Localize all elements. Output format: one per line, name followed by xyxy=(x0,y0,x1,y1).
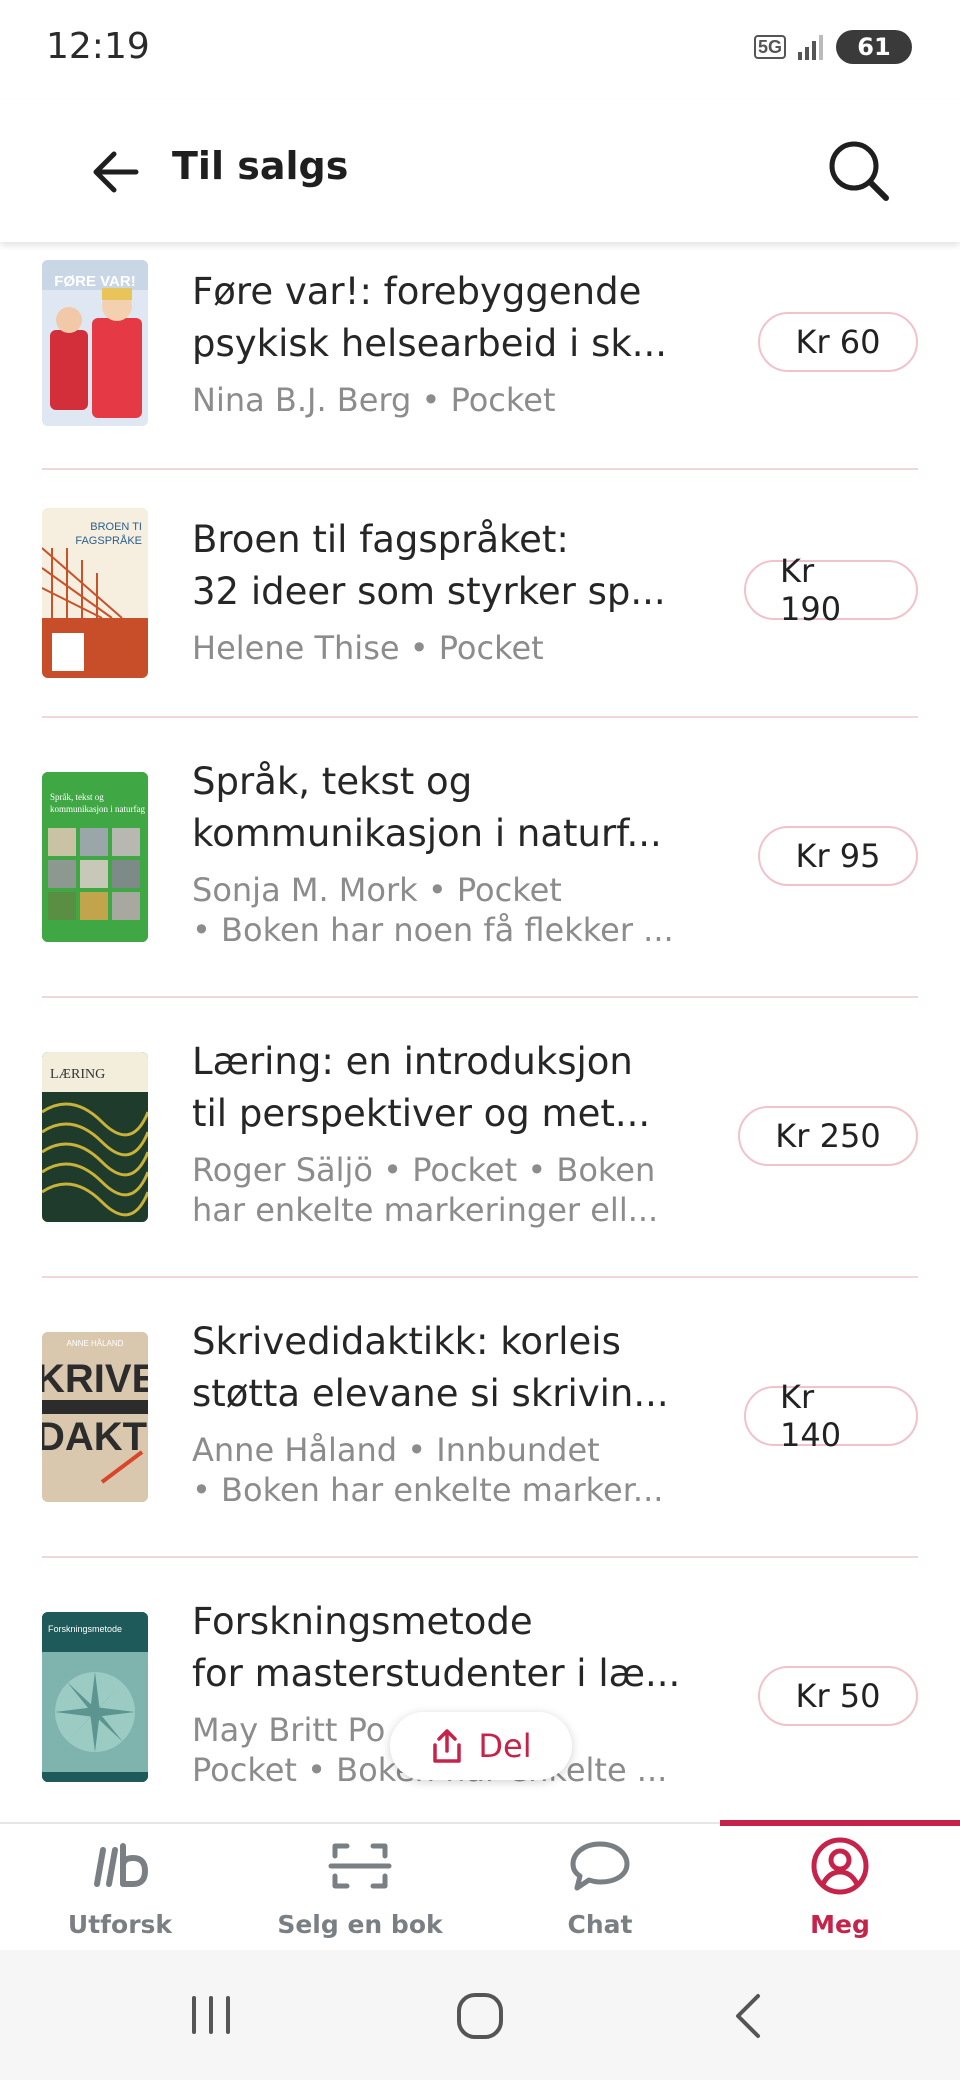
share-button[interactable]: Del xyxy=(390,1712,572,1780)
svg-text:Språk, tekst og: Språk, tekst og xyxy=(50,792,104,802)
listing-meta: Nina B.J. Berg • Pocket xyxy=(192,381,556,419)
status-time: 12:19 xyxy=(46,26,150,67)
chat-bubble-icon xyxy=(570,1841,630,1891)
svg-text:FAGSPRÅKE: FAGSPRÅKE xyxy=(75,534,142,547)
list-item[interactable]: ANNE HÅLAND KRIVE DAKTIK Skrivedidaktikk… xyxy=(42,1276,918,1558)
list-item[interactable]: Språk, tekst og kommunikasjon i naturfag… xyxy=(42,716,918,998)
share-label: Del xyxy=(478,1727,532,1765)
book-cover: Forskningsmetode xyxy=(42,1612,148,1782)
battery-indicator: 61 xyxy=(836,30,912,64)
network-5g-icon: 5G xyxy=(753,35,786,59)
page-title: Til salgs xyxy=(172,144,349,188)
listing-title: Skrivedidaktikk: korleis støtta elevane … xyxy=(192,1320,669,1415)
recent-apps-icon[interactable] xyxy=(186,1990,236,2040)
listing-title: Føre var!: forebyggende psykisk helsearb… xyxy=(192,270,668,365)
nav-label: Selg en bok xyxy=(277,1910,443,1939)
search-icon[interactable] xyxy=(820,132,896,208)
price-tag[interactable]: Kr 50 xyxy=(758,1666,918,1726)
signal-icon xyxy=(798,35,823,60)
svg-text:BROEN TI: BROEN TI xyxy=(90,521,142,533)
nav-label: Meg xyxy=(810,1910,870,1939)
price-tag[interactable]: Kr 140 xyxy=(744,1378,918,1454)
listing-meta: Roger Säljö • Pocket • Boken har enkelte… xyxy=(192,1151,659,1229)
price-tag[interactable]: Kr 95 xyxy=(758,826,918,886)
listings-list: FØRE VAR! Føre var!: forebyggende psykis… xyxy=(0,242,960,1822)
profile-icon xyxy=(811,1837,869,1895)
nav-tab-utforsk[interactable]: Utforsk xyxy=(0,1824,240,1952)
back-nav-icon[interactable] xyxy=(728,1990,768,2042)
listing-title: Forskningsmetode for masterstudenter i l… xyxy=(192,1600,681,1695)
svg-text:LÆRING: LÆRING xyxy=(50,1067,105,1082)
list-item[interactable]: LÆRING Læring: en introduksjon til persp… xyxy=(42,996,918,1278)
listing-title: Broen til fagspråket: 32 ideer som styrk… xyxy=(192,518,666,613)
listing-meta: Anne Håland • Innbundet • Boken har enke… xyxy=(192,1431,664,1509)
svg-text:KRIVE: KRIVE xyxy=(42,1357,148,1401)
app-bar: Til salgs xyxy=(0,100,960,242)
nav-tab-meg[interactable]: Meg xyxy=(720,1824,960,1952)
nav-label: Utforsk xyxy=(67,1910,173,1939)
share-icon xyxy=(433,1729,462,1763)
listing-title: Språk, tekst og kommunikasjon i naturf..… xyxy=(192,760,662,855)
book-cover: ANNE HÅLAND KRIVE DAKTIK xyxy=(42,1332,148,1502)
book-cover: BROEN TI FAGSPRÅKE xyxy=(42,508,148,678)
price-tag[interactable]: Kr 250 xyxy=(738,1106,918,1166)
nav-tab-selg-en-bok[interactable]: Selg en bok xyxy=(240,1824,480,1952)
listing-meta: Sonja M. Mork • Pocket • Boken har noen … xyxy=(192,871,674,949)
price-tag[interactable]: Kr 190 xyxy=(744,552,918,628)
list-item[interactable]: FØRE VAR! Føre var!: forebyggende psykis… xyxy=(42,242,918,470)
home-icon[interactable] xyxy=(454,1990,506,2042)
book-cover: LÆRING xyxy=(42,1052,148,1222)
price-tag[interactable]: Kr 60 xyxy=(758,312,918,372)
svg-text:Forskningsmetode: Forskningsmetode xyxy=(48,1624,122,1634)
svg-text:kommunikasjon i naturfag: kommunikasjon i naturfag xyxy=(50,804,145,814)
scan-icon xyxy=(328,1843,392,1889)
listing-title: Læring: en introduksjon til perspektiver… xyxy=(192,1040,651,1135)
svg-text:ANNE HÅLAND: ANNE HÅLAND xyxy=(67,1339,124,1348)
system-navigation-bar xyxy=(0,1950,960,2080)
status-icons: 5G 61 xyxy=(753,30,912,64)
back-arrow-icon[interactable] xyxy=(86,140,150,204)
svg-text:DAKTIK: DAKTIK xyxy=(42,1415,148,1459)
svg-text:FØRE VAR!: FØRE VAR! xyxy=(54,273,135,290)
book-cover: Språk, tekst og kommunikasjon i naturfag xyxy=(42,772,148,942)
status-bar: 12:19 5G 61 xyxy=(0,0,960,100)
list-item[interactable]: BROEN TI FAGSPRÅKE Broen til fagspråket:… xyxy=(42,468,918,718)
bottom-navigation: Utforsk Selg en bok Chat Meg xyxy=(0,1820,960,1952)
nav-tab-chat[interactable]: Chat xyxy=(480,1824,720,1952)
book-cover: FØRE VAR! xyxy=(42,260,148,426)
list-item[interactable]: Forskningsmetode Forskningsmetode for ma… xyxy=(42,1556,918,1822)
nav-label: Chat xyxy=(567,1910,633,1939)
logo-icon xyxy=(94,1843,149,1887)
listing-meta: Helene Thise • Pocket xyxy=(192,629,544,667)
